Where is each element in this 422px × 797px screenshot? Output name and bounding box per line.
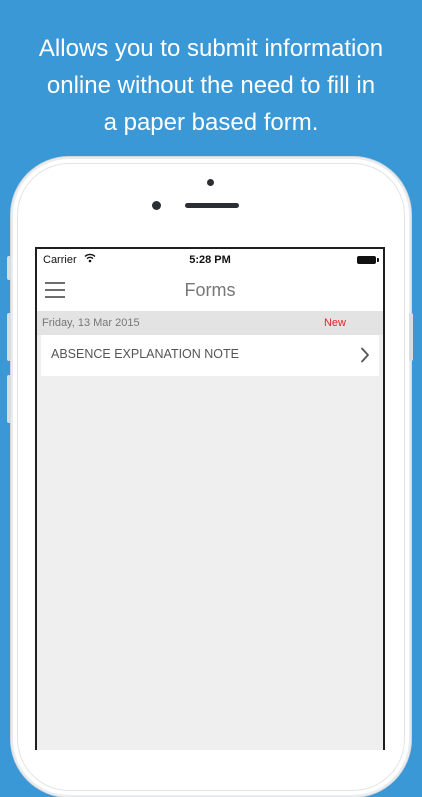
app-display: Carrier 5:28 PM Forms Friday, 13 Mar 201…	[37, 249, 383, 750]
form-row-label: ABSENCE EXPLANATION NOTE	[51, 347, 240, 361]
form-row-absence-explanation-note[interactable]: ABSENCE EXPLANATION NOTE	[41, 335, 379, 376]
mute-switch	[7, 256, 11, 280]
earpiece-speaker	[185, 203, 239, 208]
proximity-sensor	[207, 179, 214, 186]
status-time: 5:28 PM	[189, 254, 231, 266]
page-title: Forms	[184, 280, 236, 300]
volume-up-button	[7, 313, 11, 361]
front-camera	[152, 201, 161, 210]
section-header: Friday, 13 Mar 2015 New	[37, 311, 383, 335]
power-button	[409, 313, 413, 361]
promo-headline: Allows you to submit information online …	[0, 30, 422, 141]
battery-icon	[357, 256, 379, 264]
headline-line-2: online without the need to fill in	[46, 72, 376, 99]
status-bar: Carrier 5:28 PM	[37, 249, 383, 271]
headline-line-3: a paper based form.	[103, 109, 319, 136]
headline-line-1: Allows you to submit information	[38, 35, 384, 62]
volume-down-button	[7, 375, 11, 423]
new-badge: New	[323, 317, 346, 329]
nav-bar: Forms	[37, 271, 383, 311]
phone-screen: Carrier 5:28 PM Forms Friday, 13 Mar 201…	[35, 247, 385, 750]
chevron-right-icon	[360, 347, 370, 368]
section-date: Friday, 13 Mar 2015	[42, 317, 140, 329]
